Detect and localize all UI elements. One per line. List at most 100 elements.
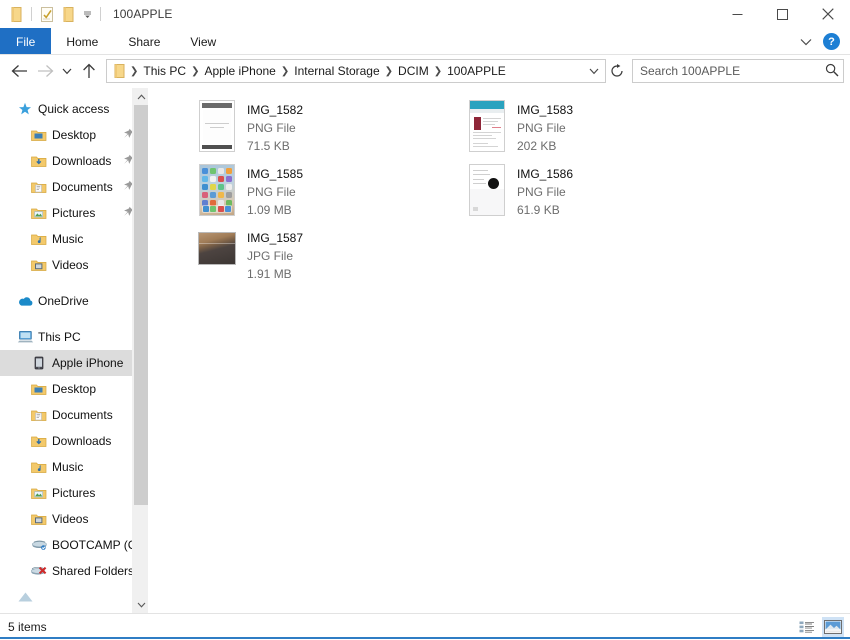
list-item[interactable]: IMG_1585 PNG File 1.09 MB	[148, 164, 418, 227]
sidebar-item-quick-access[interactable]: Quick access	[0, 96, 148, 122]
sidebar-item-network[interactable]	[0, 584, 148, 610]
breadcrumb-separator[interactable]: ❯	[383, 66, 395, 77]
close-button[interactable]	[805, 0, 850, 28]
chevron-down-icon[interactable]	[585, 68, 603, 75]
file-meta: IMG_1586 PNG File 61.9 KB	[517, 164, 573, 219]
sidebar-item-videos[interactable]: Videos	[0, 252, 148, 278]
breadcrumb-separator[interactable]: ❯	[189, 66, 201, 77]
tab-view[interactable]: View	[175, 28, 231, 55]
scrollbar-thumb[interactable]	[134, 105, 148, 505]
desktop-folder-icon	[30, 380, 48, 398]
nav-group-gap	[0, 278, 148, 288]
address-bar[interactable]: ❯ This PC ❯ Apple iPhone ❯ Internal Stor…	[106, 59, 606, 83]
music-folder-icon	[30, 458, 48, 476]
sidebar-item-label: BOOTCAMP (C:)	[52, 538, 144, 552]
sidebar-item-onedrive[interactable]: OneDrive	[0, 288, 148, 314]
window-controls	[715, 0, 850, 28]
file-name: IMG_1586	[517, 167, 574, 181]
thumbnail	[468, 164, 506, 216]
navigation-bar: ❯ This PC ❯ Apple iPhone ❯ Internal Stor…	[0, 55, 850, 87]
chevron-down-icon[interactable]	[795, 31, 817, 53]
help-button[interactable]: ?	[823, 33, 840, 50]
file-size: 1.91 MB	[247, 267, 292, 281]
list-item[interactable]: IMG_1586 PNG File 61.9 KB	[418, 164, 688, 227]
chevron-up-icon[interactable]	[133, 88, 148, 105]
sidebar-item-music-pc[interactable]: Music	[0, 454, 148, 480]
search-input[interactable]: Search 100APPLE	[632, 59, 844, 83]
breadcrumb-item-this-pc[interactable]: This PC	[140, 64, 189, 78]
sidebar-item-bootcamp-c[interactable]: BOOTCAMP (C:)	[0, 532, 148, 558]
onedrive-cloud-icon	[16, 292, 34, 310]
sidebar-item-documents[interactable]: Documents	[0, 174, 148, 200]
chevron-down-icon[interactable]	[133, 596, 148, 613]
ribbon-right-controls: ?	[795, 28, 846, 55]
sidebar-item-pictures-pc[interactable]: Pictures	[0, 480, 148, 506]
sidebar-item-downloads-pc[interactable]: Downloads	[0, 428, 148, 454]
tab-home[interactable]: Home	[51, 28, 113, 55]
maximize-button[interactable]	[760, 0, 805, 28]
sidebar-scrollbar[interactable]	[132, 88, 148, 613]
sidebar-item-label: Documents	[52, 180, 113, 194]
thumbnail	[198, 100, 236, 152]
file-type: PNG File	[247, 121, 296, 135]
breadcrumb-item-internal-storage[interactable]: Internal Storage	[291, 64, 382, 78]
minimize-button[interactable]	[715, 0, 760, 28]
sidebar-item-documents-pc[interactable]: Documents	[0, 402, 148, 428]
sidebar-item-music[interactable]: Music	[0, 226, 148, 252]
back-button[interactable]	[6, 58, 32, 84]
breadcrumb-item-100apple[interactable]: 100APPLE	[444, 64, 509, 78]
photo-dark-table-thumb	[198, 231, 236, 265]
sidebar-item-downloads[interactable]: Downloads	[0, 148, 148, 174]
sidebar-item-apple-iphone[interactable]: Apple iPhone	[0, 350, 148, 376]
sidebar-item-label: Apple iPhone	[52, 356, 124, 370]
details-view-button[interactable]	[796, 617, 818, 637]
iphone-device-icon	[30, 354, 48, 372]
forward-button[interactable]	[32, 58, 58, 84]
recent-locations-button[interactable]	[58, 58, 76, 84]
file-list-view[interactable]: IMG_1582 PNG File 71.5 KB IMG_1585 PNG F…	[148, 88, 850, 613]
breadcrumb-separator[interactable]: ❯	[279, 66, 291, 77]
breadcrumb: ❯ This PC ❯ Apple iPhone ❯ Internal Stor…	[111, 64, 585, 78]
sidebar-item-label: Downloads	[52, 154, 112, 168]
scrollbar-track[interactable]	[133, 105, 148, 596]
file-type: JPG File	[247, 249, 294, 263]
refresh-icon[interactable]	[606, 59, 628, 83]
list-item[interactable]: IMG_1587 JPG File 1.91 MB	[148, 228, 418, 291]
ribbon-tabs: File Home Share View ?	[0, 28, 850, 55]
file-name: IMG_1582	[247, 103, 304, 117]
checkbox-properties-icon[interactable]	[37, 4, 57, 24]
window-title: 100APPLE	[113, 7, 173, 21]
breadcrumb-item-dcim[interactable]: DCIM	[395, 64, 432, 78]
nav-group-gap	[0, 314, 148, 324]
sidebar-item-label: Videos	[52, 512, 89, 526]
sidebar-item-desktop-pc[interactable]: Desktop	[0, 376, 148, 402]
tab-file[interactable]: File	[0, 28, 52, 55]
tab-share[interactable]: Share	[113, 28, 175, 55]
list-item[interactable]: IMG_1582 PNG File 71.5 KB	[148, 100, 418, 163]
file-size: 1.09 MB	[247, 203, 292, 217]
breadcrumb-separator[interactable]: ❯	[432, 66, 444, 77]
breadcrumb-separator[interactable]: ❯	[128, 66, 140, 77]
large-icons-view-button[interactable]	[822, 617, 844, 637]
new-folder-icon[interactable]	[58, 4, 78, 24]
file-name: IMG_1585	[247, 167, 304, 181]
title-bar: 100APPLE	[0, 0, 850, 28]
file-name: IMG_1583	[517, 103, 574, 117]
sidebar-item-this-pc[interactable]: This PC	[0, 324, 148, 350]
sidebar-item-desktop[interactable]: Desktop	[0, 122, 148, 148]
receipt-screenshot-thumb	[199, 100, 235, 152]
white-document-screenshot-thumb	[469, 164, 505, 216]
sidebar-item-pictures[interactable]: Pictures	[0, 200, 148, 226]
breadcrumb-item-apple-iphone[interactable]: Apple iPhone	[201, 64, 278, 78]
sidebar-item-videos-pc[interactable]: Videos	[0, 506, 148, 532]
customize-caret-icon[interactable]	[79, 4, 95, 24]
pictures-folder-icon	[30, 484, 48, 502]
list-item[interactable]: IMG_1583 PNG File 202 KB	[418, 100, 688, 163]
search-icon[interactable]	[825, 63, 839, 80]
sidebar-item-label: Desktop	[52, 128, 97, 142]
sidebar-item-label: Pictures	[52, 206, 96, 220]
sidebar-item-shared-folders[interactable]: Shared Folders (\	[0, 558, 148, 584]
folder-icon[interactable]	[6, 4, 26, 24]
file-meta: IMG_1583 PNG File 202 KB	[517, 100, 573, 155]
up-button[interactable]	[76, 58, 102, 84]
